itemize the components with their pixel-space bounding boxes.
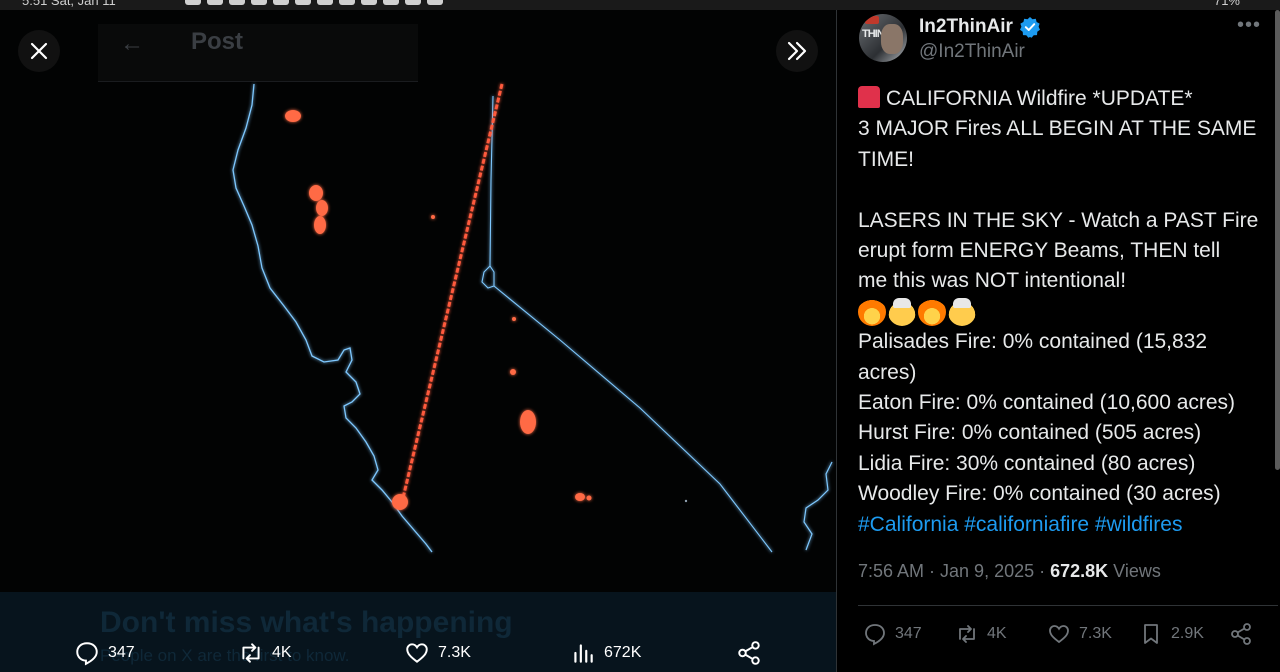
heart-icon bbox=[406, 643, 428, 663]
media-like-count: 7.3K bbox=[438, 644, 471, 661]
fire-spot bbox=[520, 410, 536, 434]
post-detail-panel: THIN In2ThinAir @In2ThinAir ••• CALIFORN… bbox=[836, 10, 1280, 672]
siren-icon bbox=[858, 86, 880, 108]
fire-spot bbox=[314, 216, 326, 234]
media-reply-count: 347 bbox=[108, 644, 135, 661]
bookmark-icon bbox=[1144, 624, 1158, 644]
fire-spot bbox=[512, 317, 516, 321]
close-icon bbox=[30, 42, 48, 60]
fire-spot bbox=[575, 493, 585, 501]
background-banner-title: Don't miss what's happening bbox=[100, 606, 513, 639]
repost-button[interactable]: 4K bbox=[955, 622, 1007, 646]
fire-status-line: Lidia Fire: 30% contained (80 acres) bbox=[858, 451, 1196, 475]
fire-status-line: Eaton Fire: 0% contained (10,600 acres) bbox=[858, 391, 1236, 415]
state-border-path bbox=[481, 95, 773, 553]
media-like-button[interactable]: 7.3K bbox=[404, 640, 471, 666]
display-name[interactable]: In2ThinAir bbox=[919, 16, 1013, 38]
fire-spot bbox=[316, 200, 328, 216]
fire-spot bbox=[309, 185, 323, 201]
post-blank-line bbox=[858, 175, 1268, 205]
fire-spot bbox=[510, 369, 516, 375]
share-icon bbox=[738, 641, 760, 665]
fire-emoji-icon bbox=[858, 298, 886, 327]
media-share-button[interactable] bbox=[736, 640, 762, 666]
fire-emoji-icon bbox=[918, 298, 946, 327]
emoji-row bbox=[858, 297, 1268, 327]
fire-spot bbox=[285, 110, 301, 122]
media-views-button[interactable]: 672K bbox=[570, 640, 641, 666]
mind-blown-emoji-icon bbox=[948, 298, 976, 327]
satellite-fire-image bbox=[232, 83, 833, 553]
post-line: me this was NOT intentional! bbox=[858, 269, 1127, 293]
share-icon bbox=[1231, 623, 1251, 645]
bookmark-button[interactable]: 2.9K bbox=[1139, 622, 1204, 646]
post-line: CALIFORNIA Wildfire *UPDATE* bbox=[858, 84, 1268, 114]
bookmark-count: 2.9K bbox=[1171, 625, 1204, 642]
expand-panel-button[interactable] bbox=[776, 30, 818, 72]
like-count: 7.3K bbox=[1079, 625, 1112, 642]
divider bbox=[858, 605, 1278, 606]
close-button[interactable] bbox=[18, 30, 60, 72]
media-reply-button[interactable]: 347 bbox=[74, 640, 135, 666]
more-options-icon[interactable]: ••• bbox=[1237, 14, 1261, 37]
notification-icons bbox=[185, 0, 443, 5]
coast-fragment-path bbox=[803, 461, 833, 551]
post-line: TIME! bbox=[858, 147, 914, 171]
post-timestamp[interactable]: 7:56 AM · Jan 9, 2025 · bbox=[858, 561, 1050, 581]
post-text: CALIFORNIA Wildfire *UPDATE* 3 MAJOR Fir… bbox=[858, 84, 1268, 540]
fire-status-line: Woodley Fire: 0% contained (30 acres) bbox=[858, 482, 1221, 506]
post-line: 3 MAJOR Fires ALL BEGIN AT THE SAME bbox=[858, 117, 1257, 141]
status-time: 5:51 Sat, Jan 11 bbox=[22, 0, 116, 8]
media-action-bar: 347 4K 7.3K 672K bbox=[0, 640, 836, 670]
views-label: Views bbox=[1108, 561, 1161, 581]
repost-icon bbox=[242, 643, 260, 663]
media-viewer[interactable]: ← Post Don't miss what's happening Peopl… bbox=[0, 10, 836, 672]
reply-icon bbox=[865, 624, 885, 646]
double-chevron-right-icon bbox=[787, 41, 807, 61]
fire-status-line: acres) bbox=[858, 360, 917, 384]
coastline-path bbox=[232, 83, 433, 553]
user-handle[interactable]: @In2ThinAir bbox=[919, 41, 1025, 63]
media-repost-count: 4K bbox=[272, 644, 292, 661]
views-count: 672.8K bbox=[1050, 561, 1109, 581]
reply-count: 347 bbox=[895, 625, 922, 642]
beam-line bbox=[401, 83, 504, 499]
repost-count: 4K bbox=[987, 625, 1007, 642]
post-action-bar: 347 4K 7.3K 2.9K bbox=[858, 622, 1278, 652]
scrollbar[interactable] bbox=[1275, 10, 1280, 470]
heart-icon bbox=[1049, 625, 1069, 644]
repost-icon bbox=[959, 625, 975, 643]
post-line: erupt form ENERGY Beams, THEN tell bbox=[858, 239, 1221, 263]
fire-spot bbox=[392, 494, 408, 510]
views-chart-icon bbox=[574, 644, 593, 663]
reply-icon bbox=[76, 642, 98, 666]
hashtag-links[interactable]: #California #californiafire #wildfires bbox=[858, 510, 1268, 540]
like-button[interactable]: 7.3K bbox=[1047, 622, 1112, 646]
post-line: LASERS IN THE SKY - Watch a PAST Fire bbox=[858, 208, 1259, 232]
reply-button[interactable]: 347 bbox=[863, 622, 922, 646]
share-button[interactable] bbox=[1229, 622, 1253, 646]
media-views-count: 672K bbox=[604, 644, 642, 661]
status-bar: 5:51 Sat, Jan 11 71% bbox=[0, 0, 1280, 10]
fire-spot bbox=[586, 495, 592, 501]
avatar[interactable]: THIN bbox=[859, 14, 907, 62]
fire-status-line: Palisades Fire: 0% contained (15,832 bbox=[858, 330, 1208, 354]
battery-level: 71% bbox=[1213, 0, 1240, 8]
author-name-row[interactable]: In2ThinAir bbox=[919, 16, 1041, 38]
post-meta: 7:56 AM · Jan 9, 2025 · 672.8K Views bbox=[858, 561, 1161, 582]
media-repost-button[interactable]: 4K bbox=[238, 640, 292, 666]
fire-spot bbox=[431, 215, 435, 219]
verified-badge-icon bbox=[1019, 17, 1040, 38]
fire-status-line: Hurst Fire: 0% contained (505 acres) bbox=[858, 421, 1202, 445]
mind-blown-emoji-icon bbox=[888, 298, 916, 327]
